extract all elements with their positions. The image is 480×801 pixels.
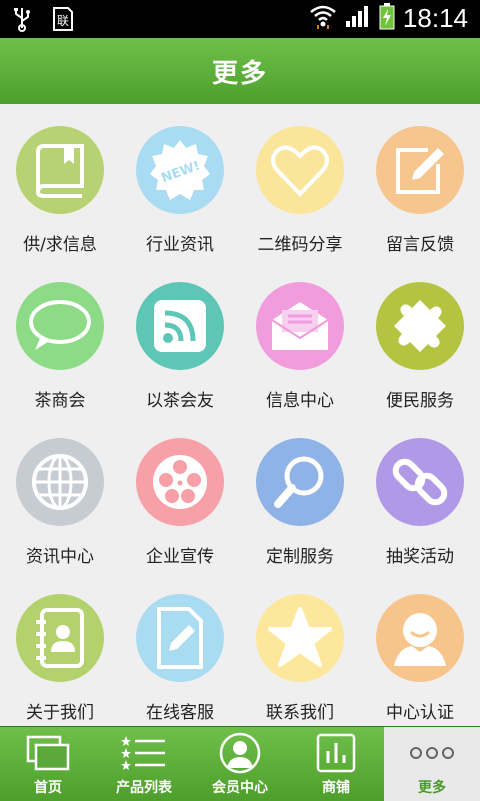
shop-chart-icon	[288, 731, 384, 775]
grid-item-custom-service[interactable]: 定制服务	[240, 416, 360, 572]
rss-icon	[136, 282, 224, 370]
grid-item-tea-association[interactable]: 茶商会	[0, 260, 120, 416]
tab-shop[interactable]: 商铺	[288, 727, 384, 801]
grid-item-qrcode-share[interactable]: 二维码分享	[240, 104, 360, 260]
battery-charging-icon	[379, 2, 395, 34]
heart-icon	[256, 126, 344, 214]
grid-label: 企业宣传	[146, 547, 214, 567]
star-icon	[256, 594, 344, 682]
grid-label: 便民服务	[386, 391, 454, 411]
document-edit-icon	[136, 594, 224, 682]
tab-label: 首页	[34, 780, 62, 796]
film-reel-icon	[136, 438, 224, 526]
mail-icon	[256, 282, 344, 370]
tab-label: 产品列表	[116, 780, 172, 796]
grid-label: 行业资讯	[146, 235, 214, 255]
grid-item-convenience-service[interactable]: 便民服务	[360, 260, 480, 416]
grid-item-industry-news[interactable]: NEW! 行业资讯	[120, 104, 240, 260]
signal-icon	[345, 3, 371, 33]
usb-icon	[12, 6, 32, 36]
grid-label: 供/求信息	[23, 235, 97, 255]
grid-item-contact-us[interactable]: 联系我们	[240, 572, 360, 728]
user-icon	[376, 594, 464, 682]
grid-label: 留言反馈	[386, 235, 454, 255]
globe-icon	[16, 438, 104, 526]
wifi-icon	[309, 3, 337, 33]
tab-product-list[interactable]: 产品列表	[96, 727, 192, 801]
chat-bubble-icon	[16, 282, 104, 370]
member-icon	[192, 731, 288, 775]
magnifier-icon	[256, 438, 344, 526]
grid-label: 二维码分享	[257, 235, 343, 255]
tab-home[interactable]: 首页	[0, 727, 96, 801]
grid-label: 以茶会友	[146, 391, 214, 411]
clock: 18:14	[402, 2, 468, 33]
tab-more[interactable]: 更多	[384, 727, 480, 801]
home-icon	[0, 731, 96, 775]
grid-label: 定制服务	[266, 547, 334, 567]
svg-text:联: 联	[57, 14, 69, 28]
tab-label: 商铺	[322, 780, 350, 796]
link-icon	[376, 438, 464, 526]
book-icon	[16, 126, 104, 214]
grid-label: 信息中心	[266, 391, 334, 411]
contacts-book-icon	[16, 594, 104, 682]
grid-item-news-center[interactable]: 资讯中心	[0, 416, 120, 572]
grid-label: 关于我们	[26, 703, 94, 723]
edit-icon	[376, 126, 464, 214]
grid-item-center-certification[interactable]: 中心认证	[360, 572, 480, 728]
tab-label: 会员中心	[212, 780, 268, 796]
grid-label: 资讯中心	[26, 547, 94, 567]
more-dots-icon	[384, 731, 480, 775]
grid-item-lottery[interactable]: 抽奖活动	[360, 416, 480, 572]
grid-label: 联系我们	[266, 703, 334, 723]
grid-item-feedback[interactable]: 留言反馈	[360, 104, 480, 260]
feature-grid: 供/求信息 NEW! 行业资讯 二维码分享 留言反馈 茶商会 以茶会友 信息中心…	[0, 104, 480, 726]
puzzle-icon	[376, 282, 464, 370]
bottom-tab-bar: 首页 产品列表 会员中心 商铺 更多	[0, 726, 480, 801]
grid-label: 中心认证	[386, 703, 454, 723]
page-title: 更多	[211, 58, 268, 89]
grid-item-supply-demand[interactable]: 供/求信息	[0, 104, 120, 260]
grid-label: 在线客服	[146, 703, 214, 723]
list-icon	[96, 731, 192, 775]
grid-item-online-support[interactable]: 在线客服	[120, 572, 240, 728]
grid-label: 抽奖活动	[386, 547, 454, 567]
status-bar: 联 18:14	[0, 0, 480, 38]
grid-item-company-promo[interactable]: 企业宣传	[120, 416, 240, 572]
app-header: 更多	[0, 38, 480, 104]
grid-label: 茶商会	[34, 391, 86, 411]
sim-card-icon: 联	[50, 6, 76, 36]
new-badge-icon: NEW!	[136, 126, 224, 214]
tab-member-center[interactable]: 会员中心	[192, 727, 288, 801]
grid-item-about-us[interactable]: 关于我们	[0, 572, 120, 728]
grid-item-info-center[interactable]: 信息中心	[240, 260, 360, 416]
tab-label: 更多	[418, 780, 446, 796]
grid-item-tea-friends[interactable]: 以茶会友	[120, 260, 240, 416]
